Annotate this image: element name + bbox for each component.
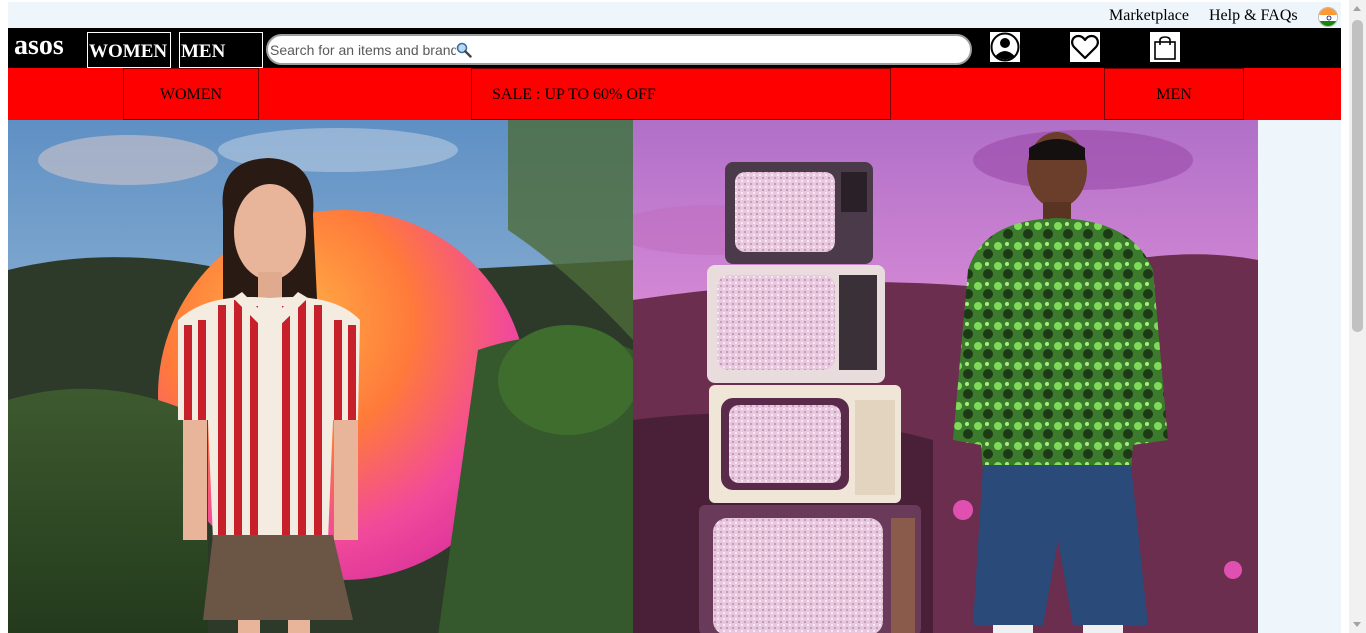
nav-sale[interactable]: SALE : UP TO 60% OFF — [471, 68, 891, 120]
site-header: asos WOMEN MEN — [8, 28, 1341, 68]
women-button[interactable]: WOMEN — [87, 32, 171, 68]
scroll-up-icon[interactable] — [1353, 6, 1361, 11]
search-bar — [266, 34, 972, 65]
scrollbar[interactable] — [1349, 0, 1366, 633]
page: Marketplace Help & FAQs asos WOMEN MEN S… — [8, 2, 1341, 633]
search-icon[interactable] — [456, 42, 472, 58]
help-faqs-link[interactable]: Help & FAQs — [1209, 7, 1298, 25]
hero-men-image[interactable] — [633, 120, 1258, 633]
scroll-thumb[interactable] — [1352, 20, 1363, 332]
utility-bar: Marketplace Help & FAQs — [8, 2, 1341, 28]
asos-logo[interactable]: asos — [14, 30, 64, 62]
category-nav: WOMEN SALE : UP TO 60% OFF MEN — [8, 68, 1341, 120]
marketplace-link[interactable]: Marketplace — [1109, 7, 1189, 25]
account-icon[interactable] — [990, 32, 1020, 62]
hero-women-image[interactable] — [8, 120, 633, 633]
nav-men[interactable]: MEN — [1104, 68, 1244, 120]
heart-icon[interactable] — [1070, 32, 1100, 62]
shopping-bag-icon[interactable] — [1150, 32, 1180, 62]
men-button[interactable]: MEN — [179, 32, 263, 68]
india-flag-icon[interactable] — [1318, 7, 1338, 27]
search-input[interactable] — [270, 38, 456, 61]
nav-women[interactable]: WOMEN — [123, 68, 259, 120]
scroll-down-icon[interactable] — [1353, 622, 1361, 627]
